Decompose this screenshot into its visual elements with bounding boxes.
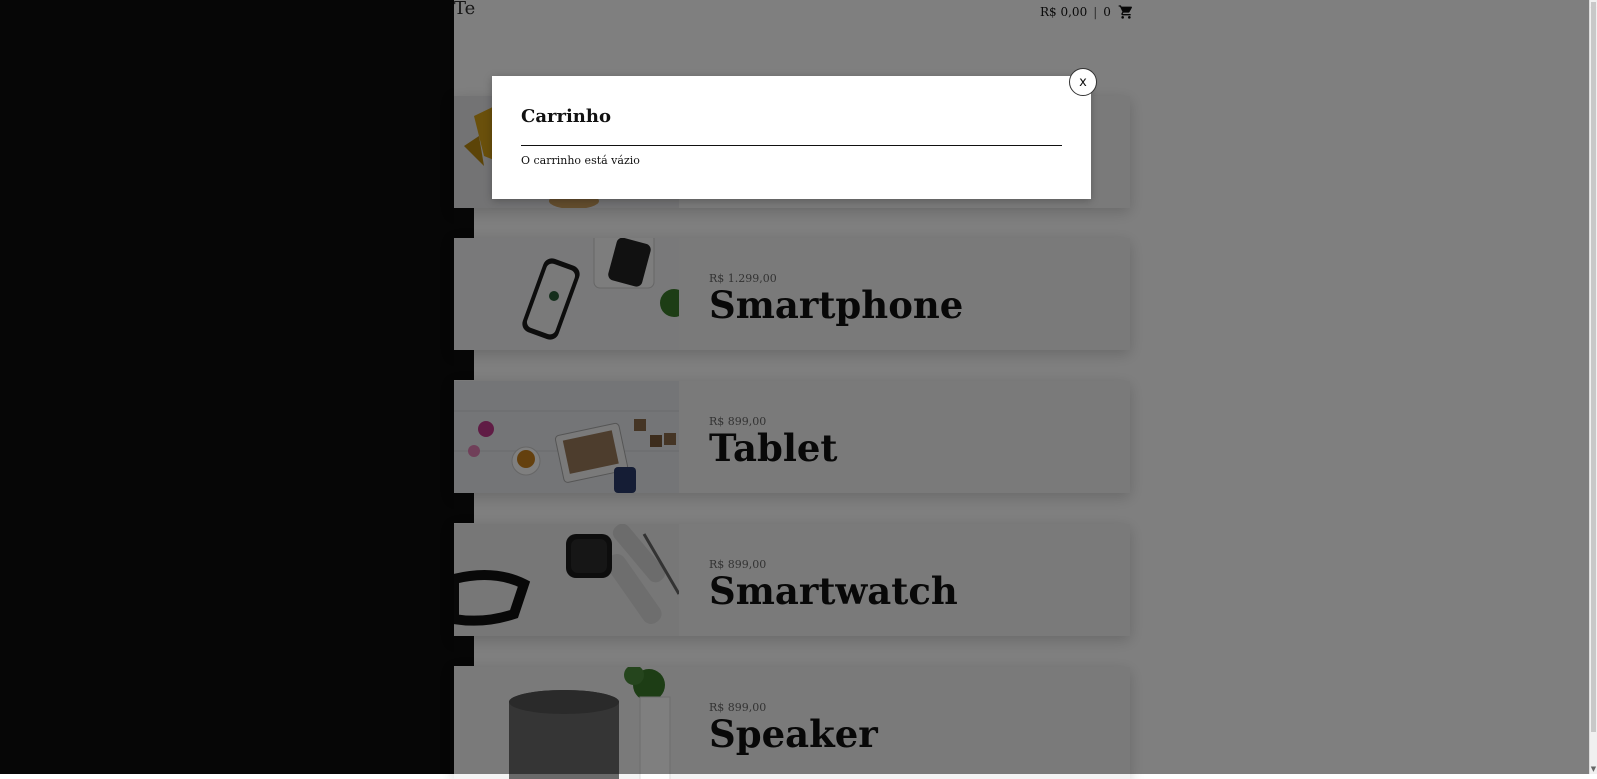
close-modal-button[interactable]: x xyxy=(1069,68,1097,96)
scrollbar-thumb[interactable] xyxy=(1591,2,1596,732)
modal-divider xyxy=(521,145,1062,146)
empty-cart-message: O carrinho está vázio xyxy=(521,154,640,167)
cart-modal: Carrinho O carrinho está vázio xyxy=(492,76,1091,199)
scroll-down-arrow-icon[interactable]: ▼ xyxy=(1590,764,1597,774)
modal-title: Carrinho xyxy=(521,106,611,127)
page-scrollbar[interactable]: ▲ ▼ xyxy=(1589,0,1597,774)
